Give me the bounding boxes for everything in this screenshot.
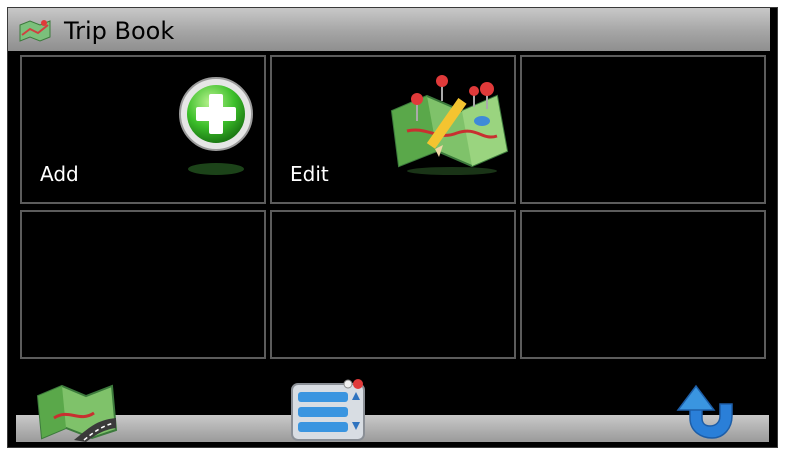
back-arrow-icon[interactable] xyxy=(676,378,736,442)
map-road-icon[interactable] xyxy=(34,378,120,442)
tile-edit[interactable]: Edit xyxy=(270,55,516,204)
tile-edit-label: Edit xyxy=(290,162,329,186)
map-icon xyxy=(19,20,51,42)
edit-map-pencil-icon xyxy=(390,75,509,175)
bottom-toolbar xyxy=(16,415,769,442)
tile-add-label: Add xyxy=(40,162,79,186)
title-bar: Trip Book xyxy=(8,8,770,51)
tile-add[interactable]: Add xyxy=(20,55,266,204)
tile-empty-3 xyxy=(520,55,766,204)
tile-empty-4 xyxy=(20,210,266,359)
tile-empty-5 xyxy=(270,210,516,359)
menu-list-icon[interactable] xyxy=(290,378,368,442)
tile-empty-6 xyxy=(520,210,766,359)
page-title: Trip Book xyxy=(64,17,175,45)
add-plus-icon xyxy=(179,77,253,175)
menu-grid: Add Edit xyxy=(18,55,770,363)
